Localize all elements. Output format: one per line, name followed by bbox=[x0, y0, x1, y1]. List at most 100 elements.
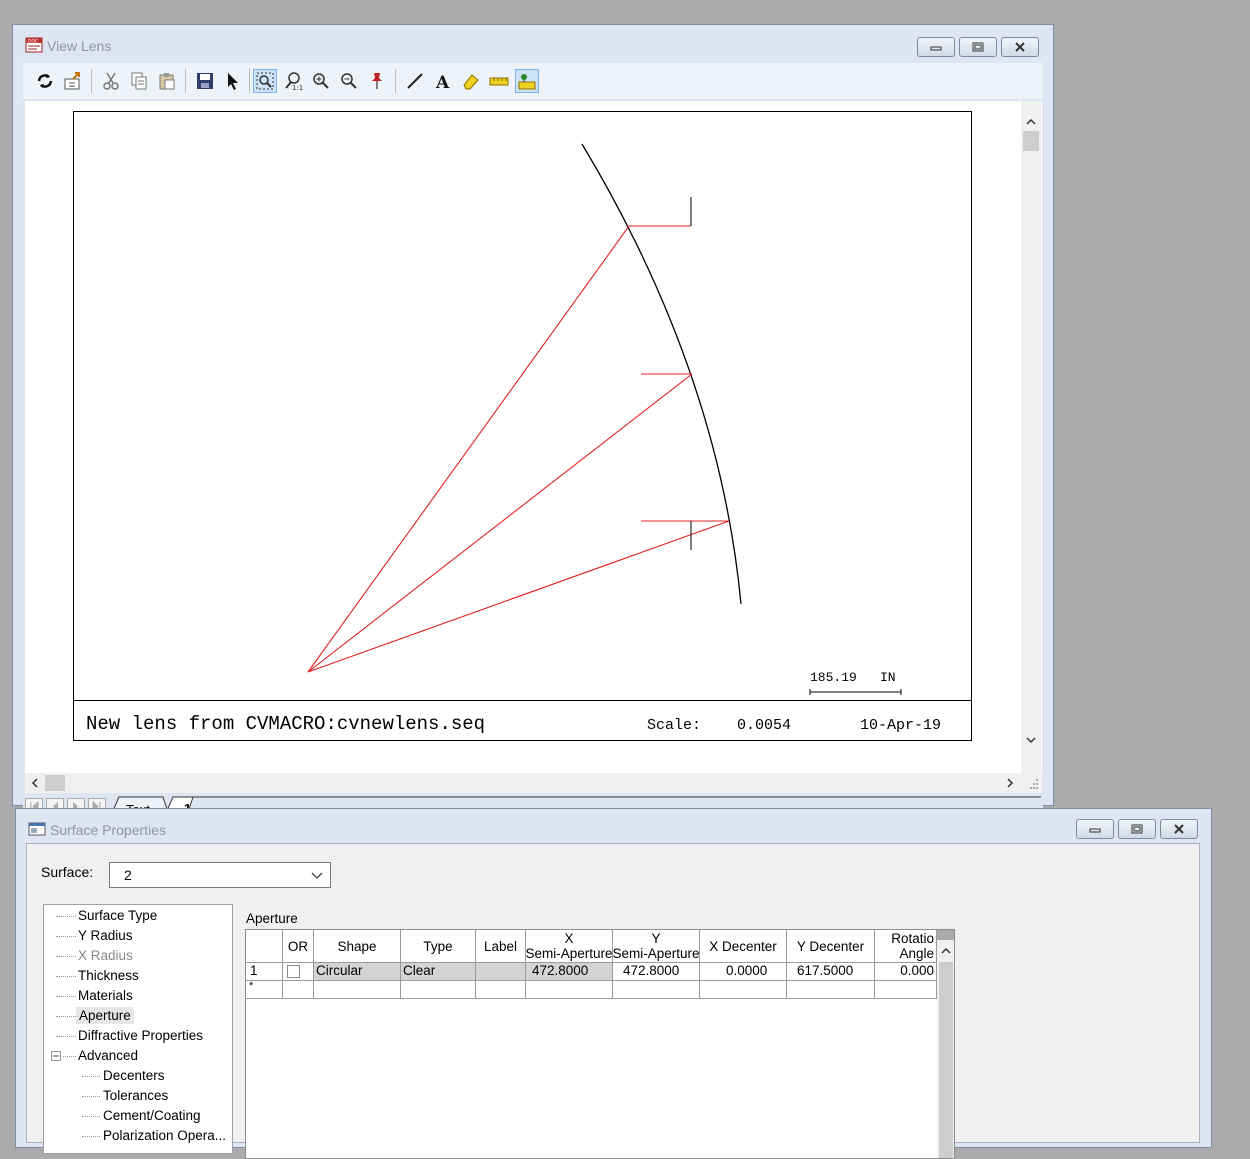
toolbar-separator bbox=[91, 69, 92, 93]
view-lens-window: DOC View Lens 1:1 A 185.19 IN New lens f… bbox=[12, 24, 1054, 819]
column-header-y-decenter[interactable]: Y Decenter bbox=[787, 930, 875, 963]
lens-drawing-area[interactable]: 185.19 IN New lens from CVMACRO:cvnewlen… bbox=[25, 101, 1042, 773]
type-cell[interactable]: Clear bbox=[401, 963, 476, 981]
tree-line bbox=[56, 936, 76, 937]
grid-vertical-scrollbar[interactable] bbox=[937, 940, 955, 1158]
minimize-button[interactable] bbox=[1076, 819, 1114, 839]
new-row-cell[interactable] bbox=[700, 981, 787, 999]
tree-item-thickness[interactable]: Thickness bbox=[78, 968, 139, 983]
zoom-out-button[interactable] bbox=[337, 69, 361, 93]
line-tool-button[interactable] bbox=[403, 69, 427, 93]
shape-cell[interactable]: Circular bbox=[314, 963, 401, 981]
text-tool-button[interactable]: A bbox=[431, 69, 455, 93]
zoom-1to1-button[interactable]: 1:1 bbox=[281, 69, 305, 93]
settings-tool-icon bbox=[518, 74, 536, 90]
scale-bar-value: 185.19 bbox=[810, 670, 857, 685]
rotation-angle-cell[interactable]: 0.000 bbox=[875, 963, 937, 981]
column-header-label[interactable]: Label bbox=[476, 930, 526, 963]
ruler-button[interactable] bbox=[487, 69, 511, 93]
x-decenter-cell[interactable]: 0.0000 bbox=[700, 963, 787, 981]
column-header-rotation-angle[interactable]: Rotatio Angle bbox=[875, 930, 937, 963]
scroll-left-icon[interactable] bbox=[25, 773, 45, 793]
tree-item-y-radius[interactable]: Y Radius bbox=[78, 928, 133, 943]
scroll-up-icon[interactable] bbox=[937, 942, 955, 960]
scroll-right-icon[interactable] bbox=[1000, 773, 1020, 793]
close-button[interactable] bbox=[1160, 819, 1198, 839]
new-row-cell[interactable] bbox=[526, 981, 613, 999]
surface-select-value: 2 bbox=[124, 867, 132, 883]
restore-button[interactable] bbox=[959, 37, 997, 57]
surface-select[interactable]: 2 bbox=[109, 862, 331, 888]
aperture-section-title: Aperture bbox=[246, 911, 298, 926]
tree-item-advanced[interactable]: Advanced bbox=[78, 1048, 138, 1063]
zoom-in-button[interactable] bbox=[309, 69, 333, 93]
tree-line bbox=[63, 1056, 76, 1057]
copy-button[interactable] bbox=[127, 69, 151, 93]
resize-grip-icon[interactable] bbox=[1025, 776, 1041, 792]
new-row-cell[interactable] bbox=[314, 981, 401, 999]
tree-line bbox=[56, 1016, 76, 1017]
or-checkbox[interactable] bbox=[287, 965, 300, 978]
zoom-window-button[interactable] bbox=[253, 69, 277, 93]
tree-item-cement-coating[interactable]: Cement/Coating bbox=[103, 1108, 201, 1123]
vertical-scroll-thumb[interactable] bbox=[1023, 131, 1039, 151]
new-row-cell[interactable] bbox=[875, 981, 937, 999]
y-decenter-cell[interactable]: 617.5000 bbox=[787, 963, 875, 981]
new-row-cell[interactable] bbox=[613, 981, 700, 999]
restore-icon bbox=[1131, 824, 1143, 834]
tree-item-surface-type[interactable]: Surface Type bbox=[78, 908, 157, 923]
save-button[interactable] bbox=[193, 69, 217, 93]
settings-tool-button[interactable] bbox=[515, 69, 539, 93]
column-header-y-semi-aperture[interactable]: Y Semi-Aperture bbox=[613, 930, 700, 963]
scroll-up-icon[interactable] bbox=[1021, 111, 1041, 131]
header-line-2: Semi-Aperture bbox=[526, 946, 613, 961]
collapse-icon[interactable] bbox=[51, 1051, 62, 1062]
ray-middle bbox=[307, 373, 693, 673]
horizontal-scrollbar[interactable] bbox=[25, 773, 1042, 793]
scroll-down-icon[interactable] bbox=[1021, 731, 1041, 751]
vertical-scrollbar[interactable] bbox=[1021, 101, 1041, 773]
minimize-button[interactable] bbox=[917, 37, 955, 57]
tree-item-diffractive-properties[interactable]: Diffractive Properties bbox=[78, 1028, 203, 1043]
row-index[interactable]: 1 bbox=[246, 963, 283, 981]
grid-scroll-thumb[interactable] bbox=[939, 962, 953, 1158]
refresh-button[interactable] bbox=[33, 69, 57, 93]
new-row-cell[interactable] bbox=[787, 981, 875, 999]
tree-item-materials[interactable]: Materials bbox=[78, 988, 133, 1003]
minimize-icon bbox=[1089, 828, 1101, 833]
surface-properties-title: Surface Properties bbox=[50, 822, 166, 838]
new-row-marker[interactable]: * bbox=[246, 981, 283, 999]
column-header-or[interactable]: OR bbox=[283, 930, 314, 963]
export-button[interactable] bbox=[61, 69, 85, 93]
view-lens-titlebar[interactable]: DOC View Lens bbox=[13, 25, 1053, 61]
restore-button[interactable] bbox=[1118, 819, 1156, 839]
new-row-cell[interactable] bbox=[283, 981, 314, 999]
new-row-cell[interactable] bbox=[476, 981, 526, 999]
eraser-button[interactable] bbox=[459, 69, 483, 93]
close-button[interactable] bbox=[1001, 37, 1039, 57]
header-line-1: X bbox=[564, 931, 574, 946]
copy-icon bbox=[131, 72, 147, 90]
label-cell[interactable] bbox=[476, 963, 526, 981]
surface-properties-titlebar[interactable]: Surface Properties bbox=[16, 809, 1211, 845]
x-semi-aperture-cell[interactable]: 472.8000 bbox=[526, 963, 613, 981]
column-header-shape[interactable]: Shape bbox=[314, 930, 401, 963]
column-header-type[interactable]: Type bbox=[401, 930, 476, 963]
tree-item-tolerances[interactable]: Tolerances bbox=[103, 1088, 168, 1103]
pointer-button[interactable] bbox=[221, 69, 245, 93]
or-cell[interactable] bbox=[283, 963, 314, 981]
column-header-x-semi-aperture[interactable]: X Semi-Aperture bbox=[526, 930, 613, 963]
pushpin-icon bbox=[372, 73, 382, 89]
column-header-x-decenter[interactable]: X Decenter bbox=[700, 930, 787, 963]
paste-button[interactable] bbox=[155, 69, 179, 93]
close-icon bbox=[1174, 824, 1184, 834]
scale-value: 0.0054 bbox=[737, 717, 792, 734]
tree-item-decenters[interactable]: Decenters bbox=[103, 1068, 165, 1083]
pushpin-button[interactable] bbox=[365, 69, 389, 93]
restore-icon bbox=[972, 42, 984, 52]
y-semi-aperture-cell[interactable]: 472.8000 bbox=[613, 963, 700, 981]
horizontal-scroll-thumb[interactable] bbox=[45, 775, 65, 791]
new-row-cell[interactable] bbox=[401, 981, 476, 999]
cut-button[interactable] bbox=[99, 69, 123, 93]
tree-item-aperture[interactable]: Aperture bbox=[76, 1007, 134, 1024]
